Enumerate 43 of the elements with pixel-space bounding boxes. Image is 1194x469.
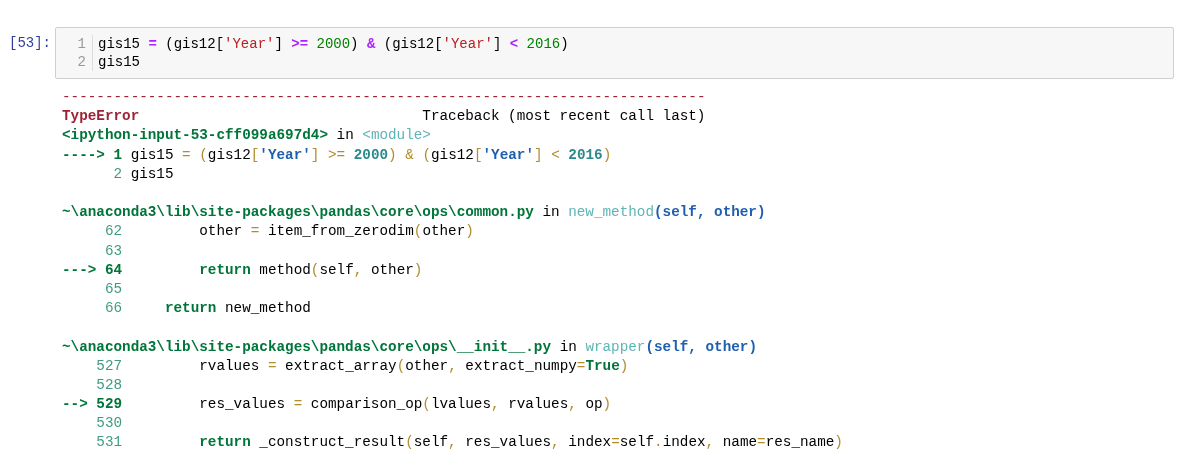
code-text: gis15 [98, 53, 140, 71]
line-number: 65 [104, 279, 123, 299]
line-number: 66 [104, 299, 123, 319]
function-name: new_method [568, 203, 654, 223]
traceback-label: Traceback (most recent call last) [422, 107, 706, 127]
line-number: 2 [113, 164, 123, 184]
line-marker: ---> [62, 260, 97, 280]
code-text: gis15 = (gis12['Year'] >= 2000) & (gis12['Year'] < 2016) [130, 145, 612, 165]
line-number: 1 [77, 35, 86, 53]
line-marker: ----> [62, 145, 105, 165]
code-text: return new_method [163, 299, 311, 319]
in-label: in [559, 337, 577, 357]
separator-rule: --------------------------------------------------------------------------- [62, 88, 706, 107]
code-text: other = item_from_zerodim(other) [198, 222, 474, 242]
line-number: 62 [104, 222, 123, 242]
code-text: rvalues = extract_array(other, extract_numpy=True) [198, 356, 629, 376]
cell-prompt: [53]: [9, 34, 51, 52]
file-path: ~\anaconda3\lib\site-packages\pandas\core\ops\common.py [62, 203, 534, 223]
line-number: 529 [96, 395, 123, 415]
code-text: return _construct_result(self, res_values, index=self.index, name=res_name) [198, 433, 843, 453]
line-number: 2 [77, 53, 86, 71]
line-number: 1 [113, 145, 123, 165]
function-signature: (self, other) [645, 337, 757, 357]
function-signature: (self, other) [654, 203, 766, 223]
line-number: 531 [96, 433, 123, 453]
line-marker: --> [62, 395, 88, 415]
line-number: 530 [96, 414, 123, 434]
code-text: gis15 = (gis12['Year'] >= 2000) & (gis12['Year'] < 2016) [98, 35, 569, 53]
function-name: wrapper [585, 337, 646, 357]
file-path: ~\anaconda3\lib\site-packages\pandas\core\ops\__init__.py [62, 337, 552, 357]
in-label: in [336, 126, 354, 146]
file-path: <ipython-input-53-cff099a697d4> [62, 126, 328, 146]
code-text: gis15 [130, 164, 174, 184]
code-text: res_values = comparison_op(lvalues, rvalues, op) [198, 395, 612, 415]
code-text: return method(self, other) [198, 260, 423, 280]
line-number: 528 [96, 375, 123, 395]
error-name: TypeError [62, 107, 140, 127]
in-label: in [542, 203, 560, 223]
line-number: 64 [104, 260, 123, 280]
function-name: <module> [362, 126, 431, 146]
line-number: 63 [104, 241, 123, 261]
line-number: 527 [96, 356, 123, 376]
code-cell[interactable]: 1 2 gis15 = (gis12['Year'] >= 2000) & (gis12['Year'] < 2016) gis15 [55, 27, 1174, 79]
